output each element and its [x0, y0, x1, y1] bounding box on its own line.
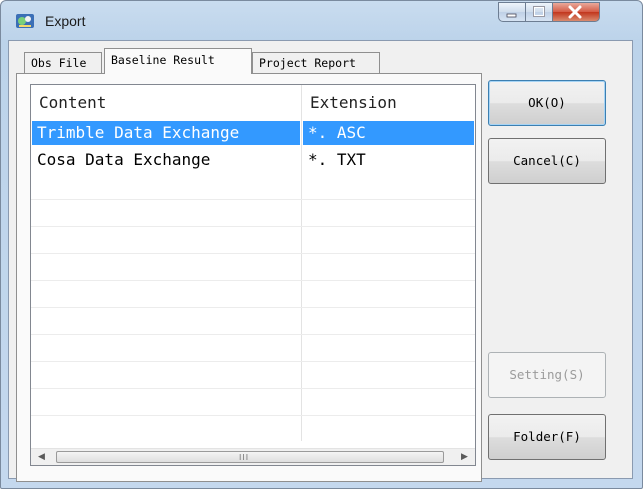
content-cell: Cosa Data Exchange	[37, 150, 211, 169]
grid-line	[31, 226, 475, 227]
maximize-icon	[533, 6, 545, 17]
window-title: Export	[45, 13, 86, 29]
minimize-button[interactable]	[498, 2, 526, 22]
list-item[interactable]: Trimble Data Exchange *. ASC	[31, 121, 475, 145]
extension-cell: *. ASC	[303, 121, 474, 145]
scrollbar-thumb[interactable]: III	[56, 451, 444, 463]
list-item[interactable]: Cosa Data Exchange *. TXT	[31, 148, 475, 172]
grid-line	[31, 334, 475, 335]
horizontal-scrollbar[interactable]: ◀ III ▶	[31, 448, 475, 465]
grid-line	[31, 280, 475, 281]
scroll-grip: III	[239, 453, 250, 462]
scroll-left-arrow-icon[interactable]: ◀	[33, 449, 50, 465]
column-header-content[interactable]: Content	[39, 85, 106, 121]
grid-line	[31, 361, 475, 362]
tab-label: Obs File	[31, 56, 87, 70]
grid-line	[31, 415, 475, 416]
tab-obs-file[interactable]: Obs File	[24, 52, 102, 74]
app-icon	[16, 14, 34, 28]
tab-baseline-result[interactable]: Baseline Result	[104, 48, 252, 74]
setting-button[interactable]: Setting(S)	[488, 352, 606, 398]
cancel-button[interactable]: Cancel(C)	[488, 138, 606, 184]
grid-line	[31, 253, 475, 254]
grid-line	[31, 307, 475, 308]
minimize-icon	[506, 13, 517, 18]
tab-project-report[interactable]: Project Report	[252, 52, 380, 74]
close-icon	[568, 5, 582, 19]
title-bar[interactable]: Export	[1, 1, 642, 41]
close-button[interactable]	[553, 2, 600, 22]
content-cell: Trimble Data Exchange	[32, 121, 300, 145]
scroll-right-arrow-icon[interactable]: ▶	[456, 449, 473, 465]
tab-label: Baseline Result	[111, 53, 215, 67]
tab-label: Project Report	[259, 56, 356, 70]
column-header-extension[interactable]: Extension	[310, 85, 397, 121]
export-format-list[interactable]: Content Extension Trimble Data Exchange …	[30, 84, 476, 466]
folder-button[interactable]: Folder(F)	[488, 414, 606, 460]
extension-cell: *. TXT	[308, 150, 366, 169]
grid-line	[31, 388, 475, 389]
maximize-button[interactable]	[526, 2, 553, 22]
ok-button[interactable]: OK(O)	[488, 80, 606, 126]
grid-line	[31, 199, 475, 200]
